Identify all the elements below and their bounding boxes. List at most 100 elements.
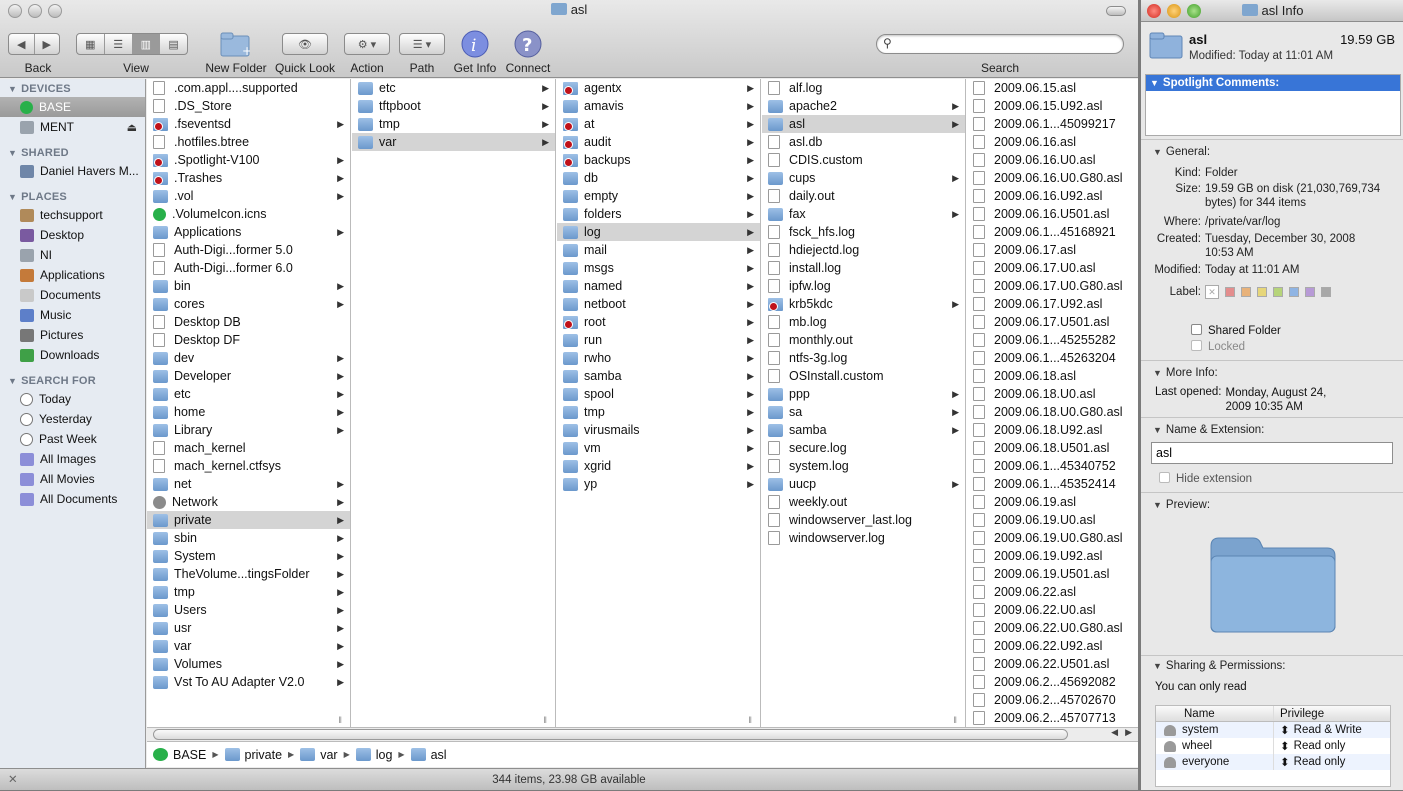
- shared-folder-checkbox[interactable]: [1191, 324, 1202, 335]
- path-crumb-private[interactable]: private: [224, 748, 282, 762]
- places-header[interactable]: ▼ PLACES: [0, 187, 145, 205]
- folder-item[interactable]: agentx ▶: [557, 79, 760, 97]
- folder-item[interactable]: Volumes ▶: [147, 655, 350, 673]
- folder-item[interactable]: at ▶: [557, 115, 760, 133]
- sidebar-item-base[interactable]: BASE: [0, 97, 145, 117]
- spotlight-comments-input[interactable]: [1146, 91, 1400, 133]
- folder-item[interactable]: bin ▶: [147, 277, 350, 295]
- search-header[interactable]: ▼ SEARCH FOR: [0, 371, 145, 389]
- folder-item[interactable]: yp ▶: [557, 475, 760, 493]
- file-item[interactable]: 2009.06.22.asl: [967, 583, 1138, 601]
- disclosure-triangle-icon[interactable]: ▼: [8, 192, 17, 202]
- file-item[interactable]: windowserver_last.log: [762, 511, 965, 529]
- connect-icon[interactable]: ?: [513, 30, 543, 58]
- more-info-header[interactable]: ▼ More Info:: [1145, 364, 1226, 382]
- sidebar-item-ni[interactable]: NI: [0, 245, 145, 265]
- file-item[interactable]: 2009.06.2...45702670: [967, 691, 1138, 709]
- sidebar-item-yesterday[interactable]: Yesterday: [0, 409, 145, 429]
- path-crumb-var[interactable]: var: [300, 748, 338, 762]
- folder-item[interactable]: ppp ▶: [762, 385, 965, 403]
- sidebar-item-today[interactable]: Today: [0, 389, 145, 409]
- file-item[interactable]: daily.out: [762, 187, 965, 205]
- disclosure-triangle-icon[interactable]: ▼: [1150, 78, 1159, 88]
- scroll-right-arrow-icon[interactable]: ▶: [1125, 727, 1132, 738]
- folder-item[interactable]: System ▶: [147, 547, 350, 565]
- shared-folder-option[interactable]: Shared Folder: [1191, 324, 1281, 337]
- file-item[interactable]: 2009.06.22.U501.asl: [967, 655, 1138, 673]
- file-item[interactable]: Desktop DF: [147, 331, 350, 349]
- file-item[interactable]: 2009.06.16.U0.G80.asl: [967, 169, 1138, 187]
- sidebar-item-past-week[interactable]: Past Week: [0, 429, 145, 449]
- column-resize-handle[interactable]: ‖: [338, 715, 342, 725]
- folder-item[interactable]: spool ▶: [557, 385, 760, 403]
- folder-item[interactable]: folders ▶: [557, 205, 760, 223]
- folder-item[interactable]: named ▶: [557, 277, 760, 295]
- label-none-icon[interactable]: ✕: [1205, 285, 1219, 299]
- icon-view-icon[interactable]: ▦: [77, 34, 105, 54]
- privilege-popup[interactable]: ⬍ Read & Write: [1274, 722, 1390, 738]
- folder-item[interactable]: empty ▶: [557, 187, 760, 205]
- folder-item[interactable]: tmp ▶: [352, 115, 555, 133]
- column-resize-handle[interactable]: ‖: [543, 715, 547, 725]
- label-color-swatch[interactable]: [1289, 287, 1299, 297]
- file-item[interactable]: 2009.06.16.U501.asl: [967, 205, 1138, 223]
- path-crumb-log[interactable]: log: [355, 748, 392, 762]
- folder-item[interactable]: run ▶: [557, 331, 760, 349]
- permission-row[interactable]: everyone ⬍ Read only: [1156, 754, 1390, 770]
- folder-item[interactable]: Developer ▶: [147, 367, 350, 385]
- file-item[interactable]: mb.log: [762, 313, 965, 331]
- permission-row[interactable]: system ⬍ Read & Write: [1156, 722, 1390, 738]
- preview-header[interactable]: ▼ Preview:: [1145, 496, 1218, 514]
- devices-header[interactable]: ▼ DEVICES: [0, 79, 145, 97]
- privilege-popup[interactable]: ⬍ Read only: [1274, 738, 1390, 754]
- file-item[interactable]: ntfs-3g.log: [762, 349, 965, 367]
- folder-item[interactable]: root ▶: [557, 313, 760, 331]
- folder-item[interactable]: amavis ▶: [557, 97, 760, 115]
- folder-item[interactable]: .Trashes ▶: [147, 169, 350, 187]
- disclosure-triangle-icon[interactable]: ▼: [1153, 500, 1162, 510]
- privilege-column-header[interactable]: Privilege: [1274, 706, 1390, 721]
- file-item[interactable]: hdiejectd.log: [762, 241, 965, 259]
- file-item[interactable]: .hotfiles.btree: [147, 133, 350, 151]
- sidebar-item-downloads[interactable]: Downloads: [0, 345, 145, 365]
- disclosure-triangle-icon[interactable]: ▼: [8, 376, 17, 386]
- file-item[interactable]: .com.appl....supported: [147, 79, 350, 97]
- folder-item[interactable]: fax ▶: [762, 205, 965, 223]
- folder-item[interactable]: netboot ▶: [557, 295, 760, 313]
- forward-arrow-icon[interactable]: ▶: [35, 34, 60, 54]
- search-input[interactable]: [899, 37, 1114, 51]
- folder-item[interactable]: var ▶: [352, 133, 555, 151]
- file-item[interactable]: 2009.06.15.U92.asl: [967, 97, 1138, 115]
- file-item[interactable]: 2009.06.1...45352414: [967, 475, 1138, 493]
- file-item[interactable]: 2009.06.16.U92.asl: [967, 187, 1138, 205]
- sidebar-item-all-documents[interactable]: All Documents: [0, 489, 145, 509]
- resize-icon[interactable]: ✕: [8, 769, 18, 791]
- label-color-swatch[interactable]: [1257, 287, 1267, 297]
- folder-item[interactable]: Users ▶: [147, 601, 350, 619]
- file-item[interactable]: 2009.06.17.U0.asl: [967, 259, 1138, 277]
- privilege-popup[interactable]: ⬍ Read only: [1274, 754, 1390, 770]
- disclosure-triangle-icon[interactable]: ▼: [1153, 147, 1162, 157]
- file-item[interactable]: windowserver.log: [762, 529, 965, 547]
- file-item[interactable]: Auth-Digi...former 6.0: [147, 259, 350, 277]
- back-forward-control[interactable]: ◀ ▶: [8, 33, 60, 55]
- sidebar-item-pictures[interactable]: Pictures: [0, 325, 145, 345]
- file-item[interactable]: 2009.06.1...45340752: [967, 457, 1138, 475]
- list-view-icon[interactable]: ☰: [105, 34, 133, 54]
- file-item[interactable]: 2009.06.19.U501.asl: [967, 565, 1138, 583]
- file-item[interactable]: 2009.06.2...45707713: [967, 709, 1138, 727]
- label-color-swatch[interactable]: [1241, 287, 1251, 297]
- file-item[interactable]: 2009.06.17.U92.asl: [967, 295, 1138, 313]
- file-item[interactable]: 2009.06.1...45168921: [967, 223, 1138, 241]
- path-crumb-base[interactable]: BASE: [153, 748, 206, 762]
- folder-item[interactable]: Applications ▶: [147, 223, 350, 241]
- disclosure-triangle-icon[interactable]: ▼: [8, 148, 17, 158]
- folder-item[interactable]: .VolumeIcon.icns: [147, 205, 350, 223]
- disclosure-triangle-icon[interactable]: ▼: [8, 84, 17, 94]
- column-resize-handle[interactable]: ‖: [953, 715, 957, 725]
- file-item[interactable]: 2009.06.16.asl: [967, 133, 1138, 151]
- folder-item[interactable]: apache2 ▶: [762, 97, 965, 115]
- file-item[interactable]: 2009.06.18.U92.asl: [967, 421, 1138, 439]
- sidebar-item-documents[interactable]: Documents: [0, 285, 145, 305]
- file-item[interactable]: 2009.06.19.U0.G80.asl: [967, 529, 1138, 547]
